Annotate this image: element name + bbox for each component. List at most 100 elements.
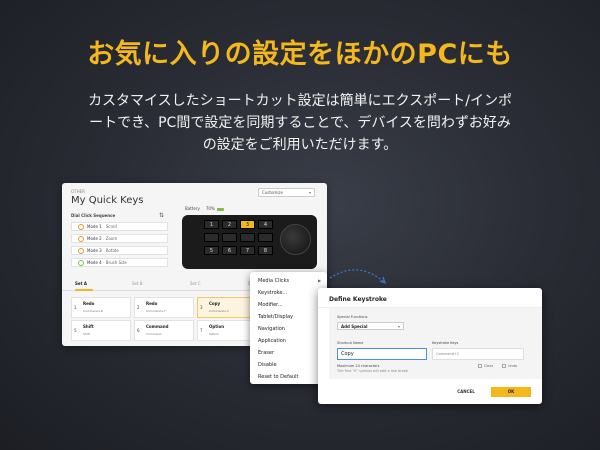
mode-value: Zoom <box>105 236 118 241</box>
device-key[interactable]: 5 <box>204 246 219 255</box>
menu-item[interactable]: Keystroke... <box>258 290 287 296</box>
customize-dropdown[interactable]: Customize ▾ <box>258 188 315 197</box>
description-line-2: ートでき、PC間で設定を同期することで、デバイスを問わずお好み <box>89 115 511 131</box>
device-key-blank[interactable] <box>204 233 219 242</box>
tab-set-b[interactable]: Set B <box>132 281 143 286</box>
key-cell-selected[interactable]: 3 Copy Command+C <box>197 297 252 318</box>
mode-label: Mode 4 <box>87 260 102 265</box>
description-line-3: の設定をご利用いただけます。 <box>202 137 398 153</box>
key-cell[interactable]: 1 Redo Command+Z <box>71 297 131 318</box>
cell-shortcut: Command <box>146 332 162 336</box>
key-cell[interactable]: 2 Redo Command+Y <box>134 297 194 318</box>
device-key[interactable]: 8 <box>258 246 273 255</box>
cell-shortcut: Command+Y <box>146 309 166 313</box>
cell-name: Command <box>146 324 169 329</box>
cell-name: Shift <box>83 324 94 329</box>
mode-label: Mode 2 <box>87 236 102 241</box>
key-cell[interactable]: 6 Command Command <box>134 320 194 341</box>
radio-icon <box>78 224 84 230</box>
menu-item[interactable]: Navigation <box>258 326 285 332</box>
checkbox-label: Clear <box>484 364 494 368</box>
radio-icon <box>78 236 84 242</box>
max-chars-note: Maximum 24 characters <box>337 364 380 368</box>
radio-icon <box>78 248 84 254</box>
cell-number: 3 <box>200 305 203 310</box>
cell-name: Redo <box>83 301 95 306</box>
device-key[interactable]: 6 <box>222 246 237 255</box>
other-label: OTHER <box>71 189 85 194</box>
keypad-device: 1 2 3 4 5 6 7 8 <box>182 215 317 269</box>
menu-item[interactable]: Media Clicks <box>258 278 289 284</box>
device-key-blank[interactable] <box>222 233 237 242</box>
line-break-hint: The first "0" symbol will add a line bre… <box>337 369 409 373</box>
chevron-right-icon: ▶ <box>318 278 322 283</box>
cell-shortcut: Shift <box>83 332 90 336</box>
define-keystroke-dialog: Define Keystroke Special Functions Add S… <box>318 288 542 404</box>
menu-item[interactable]: Disable <box>258 362 277 368</box>
checkbox-icon <box>478 364 482 368</box>
checkbox-label: Undo <box>508 364 518 368</box>
connector-arrow-icon <box>329 269 386 285</box>
ok-button[interactable]: OK <box>491 387 531 397</box>
mode-value: Brush Size <box>105 260 127 265</box>
promo-page: お気に入りの設定をほかのPCにも カスタマイスしたショートカット設定は簡単にエク… <box>0 0 600 450</box>
device-key-blank[interactable] <box>258 233 273 242</box>
dial-knob[interactable] <box>280 224 311 255</box>
mode-value: Rotate <box>105 248 119 253</box>
dial-sequence-header: Dial Click Sequence <box>71 213 116 218</box>
mode-item[interactable]: Mode 3 Rotate <box>71 246 168 255</box>
device-key[interactable]: 4 <box>258 220 273 229</box>
checkbox-icon <box>502 364 506 368</box>
mode-value: Scroll <box>105 224 117 229</box>
cell-shortcut: Option <box>209 332 220 336</box>
tab-set-c[interactable]: Set C <box>190 281 201 286</box>
mode-label: Mode 3 <box>87 248 102 253</box>
mode-item[interactable]: Mode 2 Zoom <box>71 234 168 243</box>
battery-value: 70% <box>205 206 215 211</box>
cell-number: 2 <box>137 305 140 310</box>
battery-label: Battery <box>185 206 200 211</box>
menu-item[interactable]: Eraser <box>258 350 274 356</box>
cancel-button[interactable]: CANCEL <box>446 387 486 397</box>
cell-name: Copy <box>209 301 221 306</box>
device-key[interactable]: 3 <box>240 220 255 229</box>
cell-number: 1 <box>74 305 77 310</box>
mode-label: Mode 1 <box>87 224 102 229</box>
panel-title: My Quick Keys <box>71 195 144 206</box>
tab-set-a[interactable]: Set A <box>75 281 87 286</box>
clear-checkbox[interactable]: Clear <box>478 364 493 368</box>
cell-shortcut: Command+C <box>209 309 230 313</box>
device-key[interactable]: 7 <box>240 246 255 255</box>
menu-item[interactable]: Application <box>258 338 286 344</box>
battery-icon <box>216 207 224 211</box>
menu-item[interactable]: Modifier... <box>258 302 283 308</box>
context-menu: Media Clicks ▶ Keystroke... Modifier... … <box>250 272 327 384</box>
dropdown-value: Customize <box>262 190 283 195</box>
chevron-down-icon: ▾ <box>397 324 400 329</box>
description-line-1: カスタマイスしたショートカット設定は簡単にエクスポート/インポ <box>88 93 512 109</box>
device-key[interactable]: 1 <box>204 220 219 229</box>
headline: お気に入りの設定をほかのPCにも <box>87 39 513 70</box>
cell-name: Redo <box>146 301 158 306</box>
special-functions-select[interactable]: Add Special ▾ <box>337 322 404 330</box>
key-cell[interactable]: 5 Shift Shift <box>71 320 131 341</box>
cell-number: 5 <box>74 328 77 333</box>
shortcut-name-input[interactable]: Copy <box>337 348 427 360</box>
key-cell[interactable]: 7 Option Option <box>197 320 252 341</box>
sort-icon[interactable]: ⇅ <box>159 212 164 219</box>
dialog-title: Define Keystroke <box>329 296 387 303</box>
mode-item[interactable]: Mode 1 Scroll <box>71 222 168 231</box>
keystroke-keys-input[interactable]: Command+C <box>432 348 524 360</box>
radio-icon <box>78 260 84 266</box>
battery-status: Battery 70% <box>185 206 224 211</box>
undo-checkbox[interactable]: Undo <box>502 364 517 368</box>
device-key[interactable]: 2 <box>222 220 237 229</box>
select-value: Add Special <box>341 324 368 329</box>
special-functions-label: Special Functions <box>337 315 368 319</box>
mode-item[interactable]: Mode 4 Brush Size <box>71 258 168 267</box>
cell-number: 7 <box>200 328 203 333</box>
shortcut-name-label: Shortcut Name <box>337 341 364 345</box>
device-key-blank[interactable] <box>240 233 255 242</box>
menu-item[interactable]: Tablet/Display <box>258 314 293 320</box>
menu-item[interactable]: Reset to Default <box>258 374 298 380</box>
